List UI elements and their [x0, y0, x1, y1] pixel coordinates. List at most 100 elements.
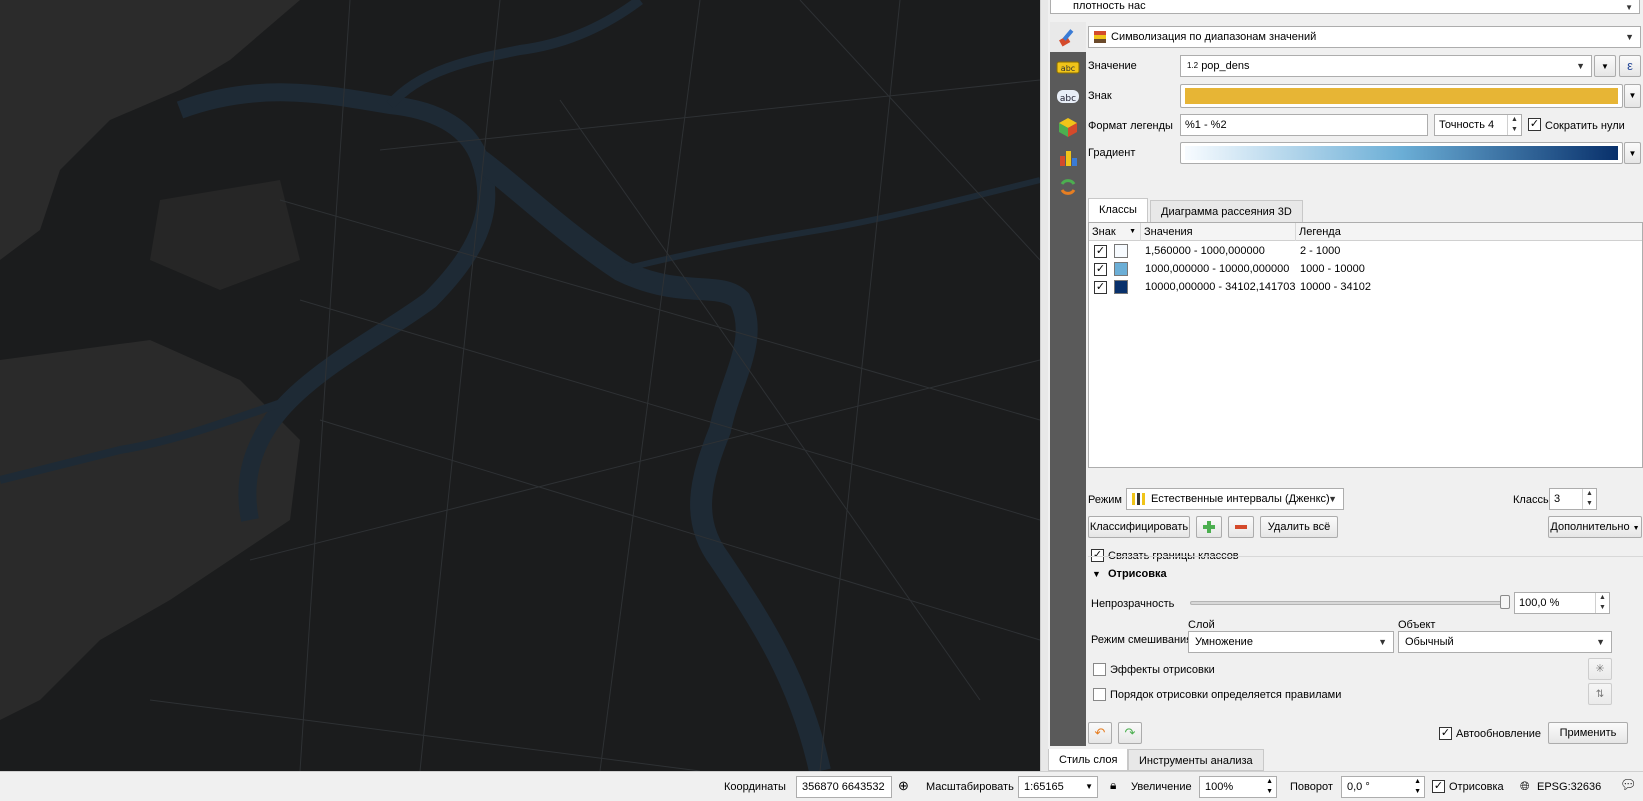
crs-button[interactable]: EPSG:32636 — [1537, 780, 1601, 794]
class-visible-checkbox[interactable]: ✓ — [1094, 263, 1107, 276]
expression-button[interactable]: ε — [1619, 55, 1641, 77]
symbol-button[interactable] — [1180, 84, 1623, 108]
minus-icon — [1235, 525, 1247, 529]
history-arrows-icon — [1060, 179, 1076, 195]
layer-blend-select[interactable]: Умножение ▼ — [1188, 631, 1394, 653]
opacity-value: 100,0 % — [1519, 597, 1560, 609]
map-canvas[interactable] — [0, 0, 1040, 771]
graduated-icon — [1094, 31, 1106, 43]
color-ramp-button[interactable] — [1180, 142, 1623, 164]
class-values-cell[interactable]: 1,560000 - 1000,000000 — [1145, 242, 1265, 260]
auto-update-checkbox[interactable]: ✓ — [1439, 727, 1452, 740]
legend-format-input[interactable]: %1 - %2 — [1180, 114, 1428, 136]
svg-text:abc: abc — [1061, 64, 1075, 73]
add-class-button[interactable] — [1196, 516, 1222, 538]
lock-icon[interactable]: 🔒︎ — [1110, 778, 1116, 792]
messages-icon[interactable]: 💬︎ — [1620, 778, 1637, 792]
column-header-values[interactable]: Значения — [1141, 223, 1296, 241]
layer-selector[interactable]: плотность нас ▼ — [1050, 0, 1640, 14]
star-icon: ✳ — [1595, 663, 1605, 675]
tab-classes[interactable]: Классы — [1088, 198, 1148, 222]
coordinates-field[interactable]: 356870 6643532 — [796, 776, 892, 798]
magnifier-spinbox[interactable]: 100% ▲ ▼ — [1199, 776, 1277, 798]
render-checkbox[interactable]: ✓ — [1432, 780, 1445, 793]
table-row[interactable]: ✓ 1,560000 - 1000,000000 2 - 1000 — [1089, 242, 1642, 260]
coordinate-toggle-icon[interactable]: ⊕ — [898, 779, 909, 793]
class-values-cell[interactable]: 10000,000000 - 34102,141703 — [1145, 278, 1295, 296]
rule-order-checkbox[interactable] — [1093, 688, 1106, 701]
advanced-button[interactable]: Дополнительно ▼ — [1548, 516, 1642, 538]
class-legend-cell[interactable]: 1000 - 10000 — [1300, 260, 1365, 278]
color-ramp-preview — [1185, 146, 1618, 160]
class-color-swatch[interactable] — [1114, 262, 1128, 276]
sidebar-3d[interactable] — [1050, 112, 1086, 142]
classes-count-spinbox[interactable]: 3 ▲ ▼ — [1549, 488, 1597, 510]
rendering-title: Отрисовка — [1108, 568, 1167, 580]
class-visible-checkbox[interactable]: ✓ — [1094, 281, 1107, 294]
column-header-symbol[interactable]: Знак ▼ — [1089, 223, 1141, 241]
classes-table[interactable]: Знак ▼ Значения Легенда ✓ 1,560000 - 1000… — [1088, 222, 1643, 468]
tab-processing-toolbox[interactable]: Инструменты анализа — [1128, 749, 1264, 771]
undo-button[interactable]: ↶ — [1088, 722, 1112, 744]
collapse-triangle-icon[interactable]: ▼ — [1092, 567, 1101, 581]
sidebar-diagrams[interactable] — [1050, 142, 1086, 172]
value-label: Значение — [1088, 60, 1137, 72]
draw-effects-checkbox[interactable] — [1093, 663, 1106, 676]
object-blend-label: Объект — [1398, 619, 1436, 631]
auto-update-label: Автообновление — [1456, 728, 1542, 740]
class-legend-cell[interactable]: 10000 - 34102 — [1300, 278, 1371, 296]
sidebar-symbology[interactable] — [1050, 22, 1086, 52]
rotation-label: Поворот — [1290, 781, 1333, 793]
column-header-legend[interactable]: Легенда — [1296, 223, 1642, 241]
table-header: Знак ▼ Значения Легенда — [1089, 223, 1642, 241]
class-legend-cell[interactable]: 2 - 1000 — [1300, 242, 1340, 260]
scale-select[interactable]: 1:65165 ▼ — [1018, 776, 1098, 798]
classify-button[interactable]: Классифицировать — [1088, 516, 1190, 538]
table-row[interactable]: ✓ 10000,000000 - 34102,141703 10000 - 3410… — [1089, 278, 1642, 296]
apply-button[interactable]: Применить — [1548, 722, 1628, 744]
mode-select[interactable]: Естественные интервалы (Дженкс) ▼ — [1126, 488, 1344, 510]
value-field-select[interactable]: 1.2 pop_dens ▼ — [1180, 55, 1592, 77]
sidebar-masks[interactable]: abc — [1050, 82, 1086, 112]
dock-splitter[interactable] — [1040, 0, 1048, 771]
redo-button[interactable]: ↷ — [1118, 722, 1142, 744]
scale-label: Масштабировать — [926, 781, 1014, 793]
trim-zeros-checkbox[interactable]: ✓ — [1528, 118, 1541, 131]
object-blend-select[interactable]: Обычный ▼ — [1398, 631, 1612, 653]
layer-blend-value: Умножение — [1195, 636, 1253, 648]
opacity-spinbox[interactable]: 100,0 % ▲ ▼ — [1514, 592, 1610, 614]
jenks-icon — [1132, 493, 1145, 505]
class-values-cell[interactable]: 1000,000000 - 10000,000000 — [1145, 260, 1289, 278]
table-row[interactable]: ✓ 1000,000000 - 10000,000000 1000 - 10000 — [1089, 260, 1642, 278]
sidebar-labels[interactable]: abc — [1050, 52, 1086, 82]
color-ramp-dropdown-button[interactable]: ▼ — [1624, 142, 1641, 164]
opacity-slider-track[interactable] — [1190, 601, 1510, 605]
precision-spinbox[interactable]: Точность 4 ▲ ▼ — [1434, 114, 1522, 136]
symbol-dropdown-button[interactable]: ▼ — [1624, 84, 1641, 108]
value-field-dropdown-button[interactable]: ▼ — [1594, 55, 1616, 77]
tab-layer-style[interactable]: Стиль слоя — [1048, 749, 1129, 771]
sidebar-history[interactable] — [1050, 172, 1086, 202]
class-color-swatch[interactable] — [1114, 244, 1128, 258]
class-visible-checkbox[interactable]: ✓ — [1094, 245, 1107, 258]
remove-class-button[interactable] — [1228, 516, 1254, 538]
legend-format-value: %1 - %2 — [1185, 119, 1227, 131]
rotation-spinbox[interactable]: 0,0 ° ▲ ▼ — [1341, 776, 1425, 798]
opacity-label: Непрозрачность — [1091, 598, 1175, 610]
labels-abc-icon: abc — [1056, 61, 1080, 74]
chevron-down-icon: ▼ — [1601, 62, 1609, 71]
rule-order-button[interactable]: ⇅ — [1588, 683, 1612, 705]
opacity-slider-handle[interactable] — [1500, 595, 1510, 609]
tab-histogram-3d[interactable]: Диаграмма рассеяния 3D — [1150, 200, 1303, 222]
magnifier-value: 100% — [1205, 781, 1234, 793]
chevron-down-icon: ▼ — [1632, 525, 1640, 532]
precision-value: Точность 4 — [1439, 119, 1495, 131]
renderer-type-select[interactable]: Символизация по диапазонам значений ▼ — [1088, 26, 1641, 48]
draw-effects-button[interactable]: ✳ — [1588, 658, 1612, 680]
class-color-swatch[interactable] — [1114, 280, 1128, 294]
delete-all-button[interactable]: Удалить всё — [1260, 516, 1338, 538]
sort-icon: ⇅ — [1595, 689, 1605, 700]
mode-label: Режим — [1088, 494, 1122, 506]
column-header-label: Знак — [1092, 226, 1116, 238]
advanced-label: Дополнительно — [1550, 521, 1630, 533]
